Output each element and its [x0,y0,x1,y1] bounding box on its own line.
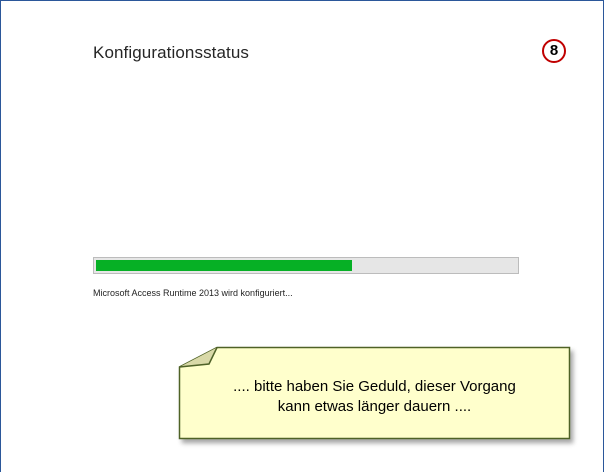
callout-note: .... bitte haben Sie Geduld, dieser Vorg… [178,346,571,440]
note-line-1: .... bitte haben Sie Geduld, dieser Vorg… [233,378,516,395]
note-text: .... bitte haben Sie Geduld, dieser Vorg… [179,377,570,417]
progress-bar-fill [96,260,352,271]
page-title: Konfigurationsstatus [93,43,250,62]
progress-bar [93,257,519,274]
installer-window: Konfigurationsstatus 8 Microsoft Access … [0,0,604,472]
step-number-badge: 8 [542,39,566,63]
note-line-2: kann etwas länger dauern .... [277,398,472,415]
progress-status-text: Microsoft Access Runtime 2013 wird konfi… [93,288,293,298]
